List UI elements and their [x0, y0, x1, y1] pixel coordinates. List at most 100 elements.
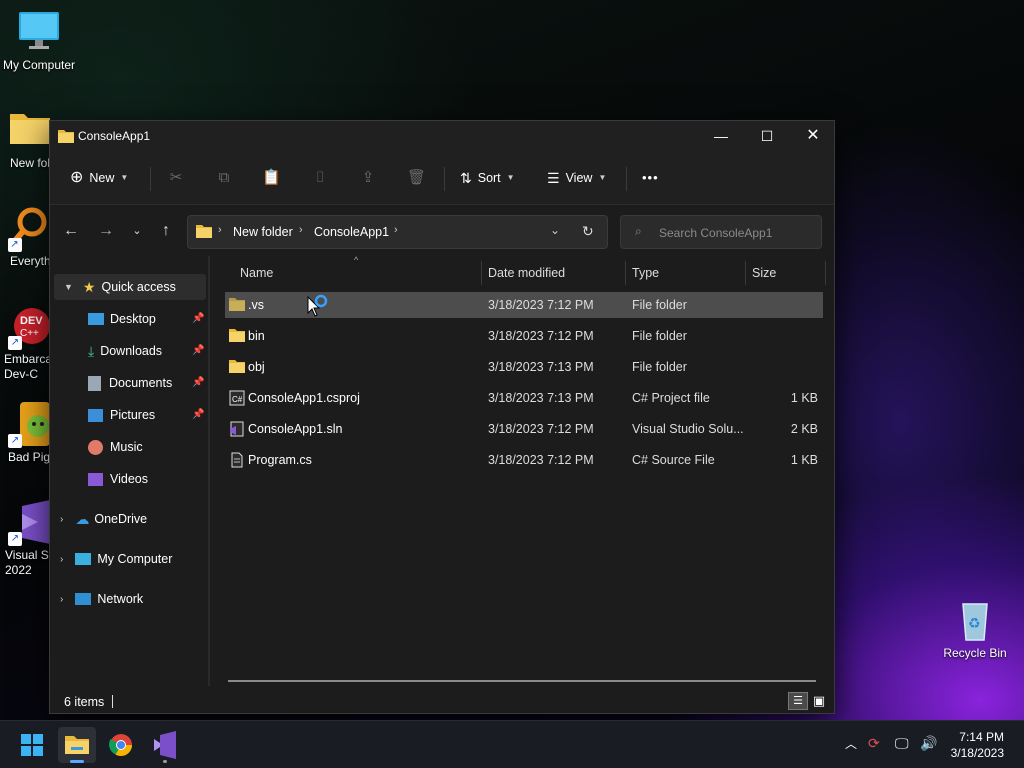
back-arrow-icon[interactable]: ←	[60, 220, 82, 242]
desktop-icon-bad-piggies[interactable]: ↗ Bad Pig	[0, 402, 56, 465]
file-row[interactable]: Program.cs 3/18/2023 7:12 PM C# Source F…	[225, 447, 823, 473]
search-input[interactable]	[659, 224, 817, 242]
file-date: 3/18/2023 7:13 PM	[488, 360, 594, 374]
address-history-chevron-icon[interactable]: ⌄	[550, 223, 560, 237]
chevron-down-icon: ▼	[598, 173, 607, 182]
sidebar-item-pictures[interactable]: Pictures	[88, 402, 208, 428]
document-icon	[88, 375, 101, 391]
address-bar[interactable]: › New folder › ConsoleApp1 › ⌄ ↻	[187, 215, 608, 249]
folder-icon	[229, 328, 245, 344]
recycle-bin-icon: ♻	[953, 598, 997, 642]
toolbar-separator	[150, 167, 151, 191]
taskbar-chrome[interactable]	[102, 727, 140, 763]
file-row[interactable]: ConsoleApp1.sln 3/18/2023 7:12 PM Visual…	[225, 416, 823, 442]
desktop-icon-my-computer[interactable]: My Computer	[0, 10, 78, 73]
show-hidden-icons-chevron-icon[interactable]: ︿	[845, 735, 857, 752]
sidebar-item-network[interactable]: › Network	[60, 586, 208, 612]
minimize-button[interactable]: —	[698, 121, 744, 151]
desktop-icon-everything[interactable]: ↗ Everyth	[0, 206, 55, 269]
pin-icon[interactable]: 📌	[192, 377, 204, 388]
sidebar-item-videos[interactable]: Videos	[88, 466, 208, 492]
taskbar-visual-studio[interactable]	[146, 727, 184, 763]
pin-icon[interactable]: 📌	[192, 313, 204, 324]
desktop-icon-recycle-bin[interactable]: ♻ Recycle Bin	[936, 598, 1014, 661]
sort-ascending-icon: ^	[354, 255, 359, 265]
folder-icon	[58, 129, 74, 146]
running-indicator	[163, 760, 167, 763]
up-arrow-icon[interactable]: ↑	[155, 220, 177, 242]
title-bar[interactable]: ConsoleApp1 — ☐ ✕	[50, 121, 834, 151]
close-button[interactable]: ✕	[790, 121, 836, 151]
sidebar-item-label: Music	[110, 440, 143, 454]
cut-icon[interactable]: ✂	[167, 169, 185, 187]
breadcrumb-consoleapp1[interactable]: ConsoleApp1	[314, 225, 389, 239]
more-options-button[interactable]: •••	[642, 165, 659, 191]
file-row[interactable]: C# ConsoleApp1.csproj 3/18/2023 7:13 PM …	[225, 385, 823, 411]
column-header-date[interactable]: Date modified	[488, 266, 565, 280]
sidebar-item-label: Downloads	[100, 344, 163, 358]
start-button[interactable]	[13, 727, 51, 763]
sidebar-item-downloads[interactable]: ⤓ Downloads	[88, 338, 208, 364]
view-lines-icon: ☰	[547, 170, 560, 186]
pin-icon[interactable]: 📌	[192, 345, 204, 356]
file-type: C# Source File	[632, 453, 715, 467]
copy-icon[interactable]: ⧉	[215, 169, 233, 187]
chevron-right-icon: ›	[60, 593, 64, 605]
maximize-button[interactable]: ☐	[744, 121, 790, 151]
navigation-pane-divider[interactable]	[208, 256, 210, 686]
forward-arrow-icon[interactable]: →	[95, 220, 117, 242]
desktop-icon-label: Visual St 2022	[5, 548, 53, 577]
file-name: obj	[248, 360, 265, 374]
view-button[interactable]: ☰ View ▼	[547, 165, 606, 191]
column-header-row: ^ Name Date modified Type Size	[210, 255, 826, 285]
desktop-icon-label: Embarca Dev-C	[4, 352, 53, 381]
paste-icon[interactable]: 📋	[262, 169, 281, 187]
refresh-icon[interactable]: ↻	[582, 223, 594, 240]
share-icon[interactable]: ⇪	[359, 169, 377, 187]
column-divider[interactable]	[625, 261, 626, 285]
windows-logo-icon	[21, 734, 43, 756]
sidebar-item-music[interactable]: Music	[88, 434, 208, 460]
breadcrumb-new-folder[interactable]: New folder	[233, 225, 293, 239]
column-divider[interactable]	[745, 261, 746, 285]
file-name: ConsoleApp1.sln	[248, 422, 343, 436]
horizontal-scrollbar[interactable]	[228, 680, 816, 682]
taskbar-file-explorer[interactable]	[58, 727, 96, 763]
details-view-icon[interactable]: ☰	[788, 692, 808, 710]
column-header-type[interactable]: Type	[632, 266, 659, 280]
picture-icon	[88, 408, 103, 422]
file-row[interactable]: obj 3/18/2023 7:13 PM File folder	[225, 354, 823, 380]
column-divider[interactable]	[481, 261, 482, 285]
clock[interactable]: 7:14 PM 3/18/2023	[951, 729, 1004, 761]
rename-icon[interactable]: ⌷	[311, 169, 329, 187]
file-type: File folder	[632, 298, 687, 312]
taskbar: ︿ ⟳ 🖵 🔊 7:14 PM 3/18/2023	[0, 720, 1024, 768]
sidebar-item-label: Pictures	[110, 408, 156, 422]
file-row[interactable]: bin 3/18/2023 7:12 PM File folder	[225, 323, 823, 349]
sort-button[interactable]: ⇅ Sort ▼	[460, 165, 515, 191]
network-status-icon[interactable]: 🖵	[895, 735, 909, 752]
sidebar-item-documents[interactable]: Documents	[88, 370, 208, 396]
pin-icon[interactable]: 📌	[192, 409, 204, 420]
desktop-icon-label: Bad Pig	[8, 450, 51, 464]
tiles-view-icon[interactable]: ▣	[810, 692, 828, 710]
sync-alert-icon[interactable]: ⟳	[868, 735, 880, 752]
sidebar-item-my-computer[interactable]: › My Computer	[60, 546, 208, 572]
file-type: File folder	[632, 329, 687, 343]
column-header-size[interactable]: Size	[752, 266, 776, 280]
file-explorer-window: ConsoleApp1 — ☐ ✕ ⊕ New ▼ ✂ ⧉ 📋 ⌷ ⇪ 🗑 ⇅ …	[49, 120, 835, 714]
new-button[interactable]: ⊕ New ▼	[70, 165, 128, 191]
sidebar-item-desktop[interactable]: Desktop	[88, 306, 208, 332]
column-divider[interactable]	[825, 261, 826, 285]
toolbar-separator	[444, 167, 445, 191]
desktop-icon-devcpp[interactable]: DEV C++ ↗ Embarca Dev-C	[0, 304, 56, 382]
column-header-name[interactable]: Name	[240, 266, 273, 280]
sidebar-item-onedrive[interactable]: › ☁ OneDrive	[60, 506, 208, 532]
desktop-icon-visual-studio[interactable]: ↗ Visual St 2022	[0, 500, 56, 578]
toolbar-separator	[626, 167, 627, 191]
recent-locations-chevron-icon[interactable]: ⌄	[126, 220, 148, 242]
sidebar-item-quick-access[interactable]: ▼ ★ Quick access	[54, 274, 206, 300]
search-box[interactable]: ⌕	[620, 215, 822, 249]
volume-icon[interactable]: 🔊	[920, 735, 937, 752]
delete-icon[interactable]: 🗑	[407, 169, 426, 187]
